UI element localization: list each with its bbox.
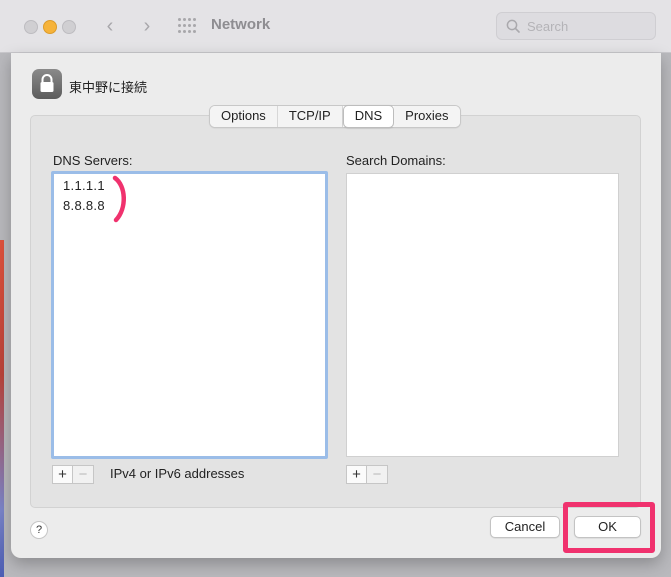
search-icon (506, 19, 520, 33)
zoom-window-button[interactable] (62, 20, 76, 34)
add-dns-server-button[interactable]: + (52, 465, 73, 484)
help-button[interactable]: ? (30, 521, 48, 539)
sheet-title: 東中野に接続 (69, 80, 148, 95)
remove-search-domain-button[interactable]: − (367, 465, 388, 484)
domain-add-remove-control: + − (346, 465, 388, 485)
tab-bar: Options TCP/IP DNS Proxies (209, 105, 461, 128)
dns-add-remove-control: + − (52, 465, 94, 485)
list-item[interactable]: 1.1.1.1 (63, 178, 105, 193)
ok-highlight-annotation (563, 502, 655, 553)
list-item[interactable]: 8.8.8.8 (63, 198, 105, 213)
remove-dns-server-button[interactable]: − (73, 465, 94, 484)
tab-options[interactable]: Options (210, 106, 278, 127)
dns-address-hint: IPv4 or IPv6 addresses (110, 466, 245, 481)
window-title: Network (211, 16, 271, 33)
connection-settings-sheet: 東中野に接続 Options TCP/IP DNS Proxies DNS Se… (11, 53, 661, 558)
back-button[interactable]: ‹ (99, 14, 121, 38)
cancel-button[interactable]: Cancel (490, 516, 560, 538)
show-all-grid-icon[interactable] (178, 18, 196, 34)
desktop-wallpaper-edge (0, 240, 4, 577)
minimize-window-button[interactable] (43, 20, 57, 34)
dns-servers-label: DNS Servers: (53, 153, 133, 168)
search-input[interactable] (527, 17, 647, 35)
search-domains-list[interactable] (346, 173, 619, 457)
search-domains-label: Search Domains: (346, 153, 446, 168)
chevron-left-icon: ‹ (106, 15, 114, 37)
highlight-bracket-annotation (112, 175, 126, 223)
forward-button[interactable]: › (136, 14, 158, 38)
tab-dns[interactable]: DNS (342, 105, 395, 128)
window-titlebar: ‹ › Network (0, 0, 671, 53)
dns-servers-list[interactable]: 1.1.1.1 8.8.8.8 (51, 171, 328, 459)
tab-proxies[interactable]: Proxies (394, 106, 460, 127)
search-field[interactable] (496, 12, 656, 40)
lock-icon[interactable] (32, 69, 62, 99)
chevron-right-icon: › (143, 15, 151, 37)
add-search-domain-button[interactable]: + (346, 465, 367, 484)
close-window-button[interactable] (24, 20, 38, 34)
tab-tcp-ip[interactable]: TCP/IP (277, 106, 343, 127)
